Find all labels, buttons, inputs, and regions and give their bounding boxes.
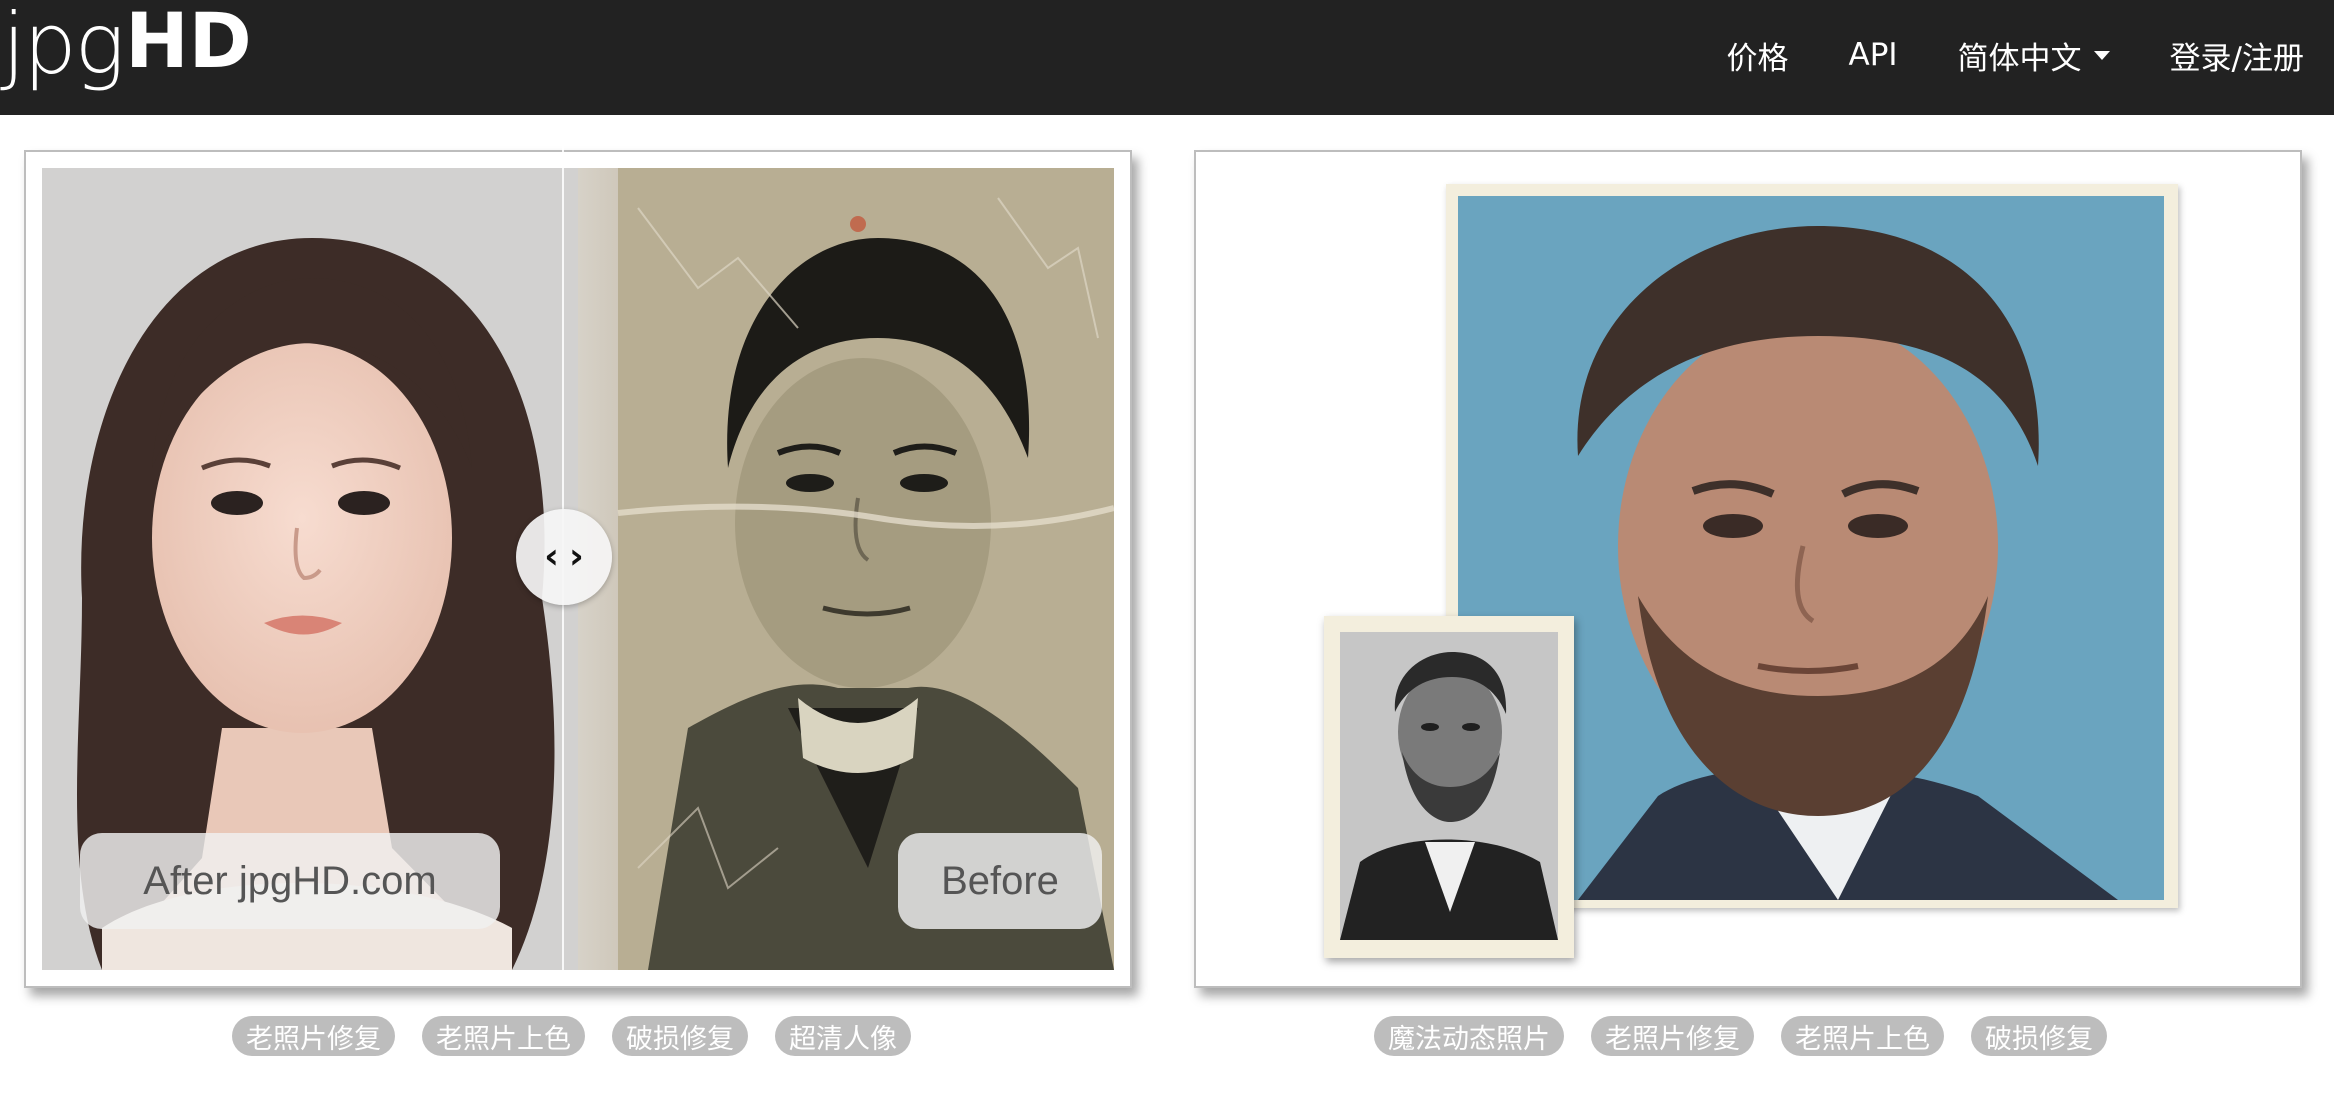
tag-old-photo-colorize[interactable]: 老照片上色 (1781, 1016, 1944, 1056)
chevron-right-icon: › (569, 536, 584, 577)
nav-pricing-link[interactable]: 价格 (1727, 33, 1789, 78)
showcase-card-restore: After jpgHD.com Before ‹ › (24, 136, 1132, 988)
tag-old-photo-repair[interactable]: 老照片修复 (232, 1016, 395, 1056)
slider-handle[interactable]: ‹ › (516, 509, 612, 605)
nav-login-link[interactable]: 登录/注册 (2170, 33, 2304, 78)
top-navbar: jpg HD 价格 API 简体中文 登录/注册 (0, 0, 2334, 115)
tag-old-photo-repair[interactable]: 老照片修复 (1591, 1016, 1754, 1056)
caret-down-icon (2093, 50, 2110, 60)
language-dropdown[interactable]: 简体中文 (1958, 33, 2110, 78)
nav-api-link[interactable]: API (1849, 37, 1898, 73)
tag-list-left: 老照片修复 老照片上色 破损修复 超清人像 (232, 1016, 938, 1056)
main-nav: 价格 API 简体中文 登录/注册 (1667, 0, 2305, 110)
tag-magic-animated-photo[interactable]: 魔法动态照片 (1374, 1016, 1564, 1056)
tag-list-right: 魔法动态照片 老照片修复 老照片上色 破损修复 (1374, 1016, 2134, 1056)
site-logo[interactable]: jpg HD (2, 0, 252, 100)
before-label: Before (898, 833, 1102, 929)
tag-damage-repair[interactable]: 破损修复 (612, 1016, 748, 1056)
logo-text-light: jpg (2, 0, 125, 93)
original-photo-frame (1324, 616, 1574, 958)
tag-old-photo-colorize[interactable]: 老照片上色 (422, 1016, 585, 1056)
tag-hd-portrait[interactable]: 超清人像 (775, 1016, 911, 1056)
chevron-left-icon: ‹ (544, 536, 559, 577)
bw-portrait-man (1340, 632, 1558, 940)
tag-damage-repair[interactable]: 破损修复 (1971, 1016, 2107, 1056)
after-label: After jpgHD.com (80, 833, 500, 929)
language-label: 简体中文 (1957, 40, 2082, 77)
original-bw-portrait (1340, 632, 1558, 940)
logo-text-bold: HD (125, 0, 252, 85)
showcase-card-colorize (1194, 150, 2302, 988)
